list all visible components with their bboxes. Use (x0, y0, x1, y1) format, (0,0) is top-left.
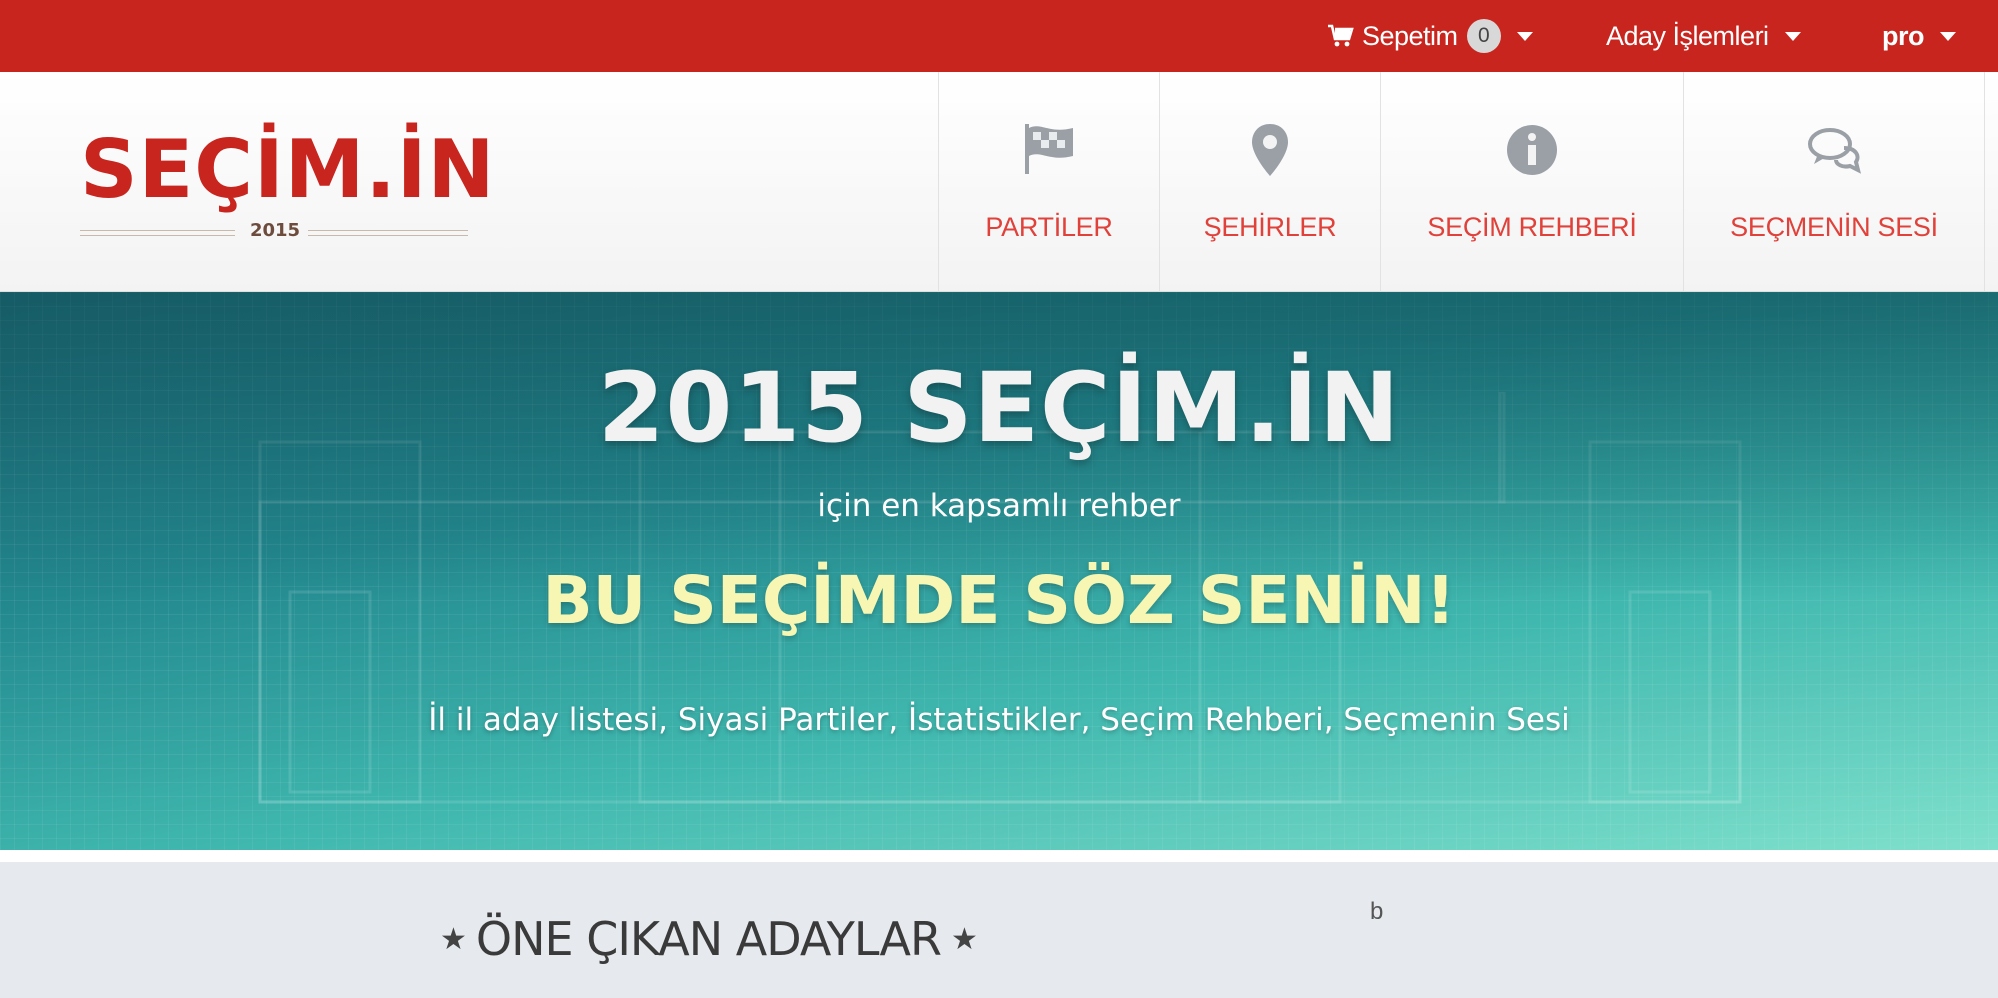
user-name-label: pro (1882, 20, 1925, 51)
featured-candidates-heading: ★ ÖNE ÇIKAN ADAYLAR ★ (430, 912, 987, 966)
chevron-down-icon (1784, 31, 1801, 41)
hero-title: 2015 SEÇİM.İN (597, 352, 1401, 464)
nav-item-label: PARTİLER (985, 212, 1113, 242)
nav-item-election-guide[interactable]: SEÇİM REHBERİ (1380, 72, 1683, 292)
candidate-operations-dropdown[interactable]: Aday İşlemleri (1606, 0, 1801, 72)
user-menu-dropdown[interactable]: pro (1882, 0, 1956, 72)
cart-count-badge: 0 (1466, 19, 1501, 53)
logo-wordmark: SEÇİM.İN (80, 123, 496, 216)
comments-icon (1804, 120, 1864, 180)
info-icon (1502, 120, 1562, 180)
site-logo[interactable]: SEÇİM.İN 2015 (80, 130, 494, 250)
star-icon: ★ (950, 921, 978, 957)
section-title-text: ÖNE ÇIKAN ADAYLAR (475, 912, 942, 966)
chevron-down-icon (1940, 31, 1956, 41)
chevron-down-icon (1516, 31, 1533, 41)
nav-item-parties[interactable]: PARTİLER (938, 72, 1159, 292)
nav-item-label: ŞEHİRLER (1203, 212, 1337, 242)
cart-label: Sepetim (1362, 20, 1458, 51)
shopping-cart-icon (1328, 24, 1354, 48)
hero-slogan: BU SEÇİMDE SÖZ SENİN! (542, 562, 1456, 639)
hero-banner: 2015 SEÇİM.İN için en kapsamlı rehber BU… (0, 292, 1998, 850)
map-marker-icon (1240, 120, 1300, 180)
cart-dropdown[interactable]: Sepetim 0 (1328, 0, 1533, 72)
nav-item-cities[interactable]: ŞEHİRLER (1159, 72, 1380, 292)
flag-icon (1019, 120, 1079, 180)
hero-bottom-border (0, 850, 1998, 862)
hero-subtitle: için en kapsamlı rehber (817, 488, 1181, 524)
site-header: SEÇİM.İN 2015 PARTİLER ŞEHİRLER SEÇİM RE… (0, 72, 1998, 292)
nav-item-voters-voice[interactable]: SEÇMENİN SESİ (1683, 72, 1985, 292)
top-bar: Sepetim 0 Aday İşlemleri pro (0, 0, 1998, 72)
nav-item-label: SEÇİM REHBERİ (1427, 212, 1637, 242)
star-icon: ★ (440, 921, 467, 957)
nav-item-label: SEÇMENİN SESİ (1730, 212, 1938, 242)
candidate-operations-label: Aday İşlemleri (1606, 20, 1769, 51)
side-text: b (1370, 898, 1384, 925)
hero-description: İl il aday listesi, Siyasi Partiler, İst… (428, 702, 1570, 738)
logo-divider-right (308, 230, 468, 236)
